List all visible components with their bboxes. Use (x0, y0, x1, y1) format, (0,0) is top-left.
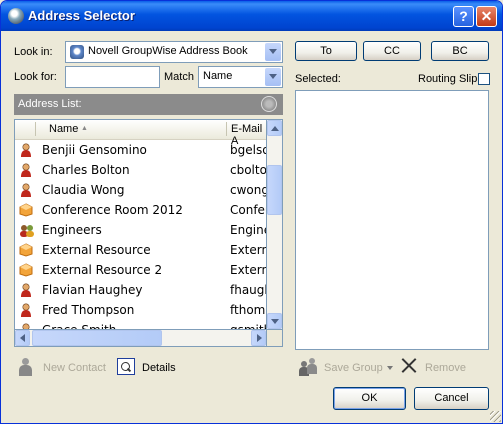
groupwise-app-icon (8, 8, 24, 24)
list-item[interactable]: Flavian Haughey fhaugh (15, 280, 266, 300)
contact-name: Conference Room 2012 (42, 203, 183, 217)
look-in-value: Novell GroupWise Address Book (88, 45, 248, 57)
look-for-label: Look for: (14, 71, 57, 83)
column-divider[interactable] (35, 122, 36, 136)
resource-icon (19, 243, 33, 257)
list-item[interactable]: Claudia Wong cwong@ (15, 180, 266, 200)
resource-icon (19, 263, 33, 277)
remove-x-icon (401, 357, 417, 373)
chevron-left-icon (20, 334, 25, 342)
contact-email: Confer (230, 203, 266, 217)
cc-button[interactable]: CC (363, 41, 421, 61)
contact-name: Flavian Haughey (42, 283, 143, 297)
scroll-thumb[interactable] (267, 165, 282, 215)
bc-button[interactable]: BC (431, 41, 489, 61)
contact-name: Charles Bolton (42, 163, 130, 177)
remove-button[interactable]: Remove (425, 362, 466, 374)
vertical-scrollbar[interactable] (267, 119, 283, 330)
contact-name: External Resource (42, 243, 151, 257)
scroll-left-button[interactable] (15, 330, 30, 346)
match-dropdown[interactable]: Name (198, 66, 283, 88)
user-icon (19, 283, 33, 297)
user-icon (19, 303, 33, 317)
list-item[interactable]: Grace Smith gsmith (15, 320, 266, 330)
match-value: Name (203, 70, 233, 82)
name-column-header[interactable]: Name (49, 123, 78, 135)
contact-name: Engineers (42, 223, 102, 237)
address-list-label: Address List: (18, 98, 82, 110)
details-button[interactable]: Details (142, 362, 176, 374)
chevron-down-icon (271, 319, 279, 324)
save-group-button[interactable]: Save Group (324, 362, 383, 374)
user-icon (19, 163, 33, 177)
group-icon (19, 223, 34, 237)
contact-email: Extern (230, 243, 266, 257)
save-group-dropdown-icon[interactable] (387, 366, 393, 370)
resize-grip-icon[interactable] (490, 411, 501, 422)
list-item[interactable]: External Resource Extern (15, 240, 266, 260)
address-selector-window: Address Selector ? ✕ Look in: Novell Gro… (0, 0, 503, 424)
selected-label: Selected: (295, 73, 341, 85)
contact-name: Fred Thompson (42, 303, 135, 317)
contact-name: Benjii Gensomino (42, 143, 147, 157)
scrollbar-corner (267, 330, 283, 347)
address-book-icon (70, 45, 84, 59)
user-icon (19, 143, 33, 157)
horizontal-scrollbar[interactable] (14, 330, 267, 347)
chevron-down-icon[interactable] (265, 43, 281, 61)
chevron-right-icon (257, 334, 262, 342)
save-group-icon (299, 358, 319, 376)
address-list-header: Address List: (14, 94, 283, 115)
list-item[interactable]: Benjii Gensomino bgelso (15, 140, 266, 160)
look-for-input[interactable] (65, 66, 160, 88)
contact-email: Engine (230, 223, 266, 237)
new-contact-icon[interactable] (19, 358, 32, 376)
sort-ascending-icon: ▲ (81, 125, 88, 132)
contact-email: cbolton (230, 163, 266, 177)
list-item[interactable]: Engineers Engine (15, 220, 266, 240)
routing-slip-label: Routing Slip (418, 73, 478, 85)
routing-slip-checkbox[interactable] (478, 73, 490, 85)
to-button[interactable]: To (295, 41, 357, 61)
help-button[interactable]: ? (453, 6, 474, 27)
contact-name: External Resource 2 (42, 263, 163, 277)
user-icon (19, 183, 33, 197)
selected-recipients-list[interactable] (295, 90, 489, 350)
contact-email: fthomp (230, 303, 266, 317)
match-label: Match (164, 71, 194, 83)
contact-email: bgelso (230, 143, 266, 157)
list-item[interactable]: Fred Thompson fthomp (15, 300, 266, 320)
address-list[interactable]: Name ▲ E-Mail A Benjii Gensomino bgelso Ch… (14, 119, 267, 330)
details-icon[interactable] (117, 358, 135, 375)
scroll-up-button[interactable] (267, 120, 282, 136)
window-title: Address Selector (28, 8, 135, 23)
contact-email: gsmith (230, 323, 266, 330)
cancel-button[interactable]: Cancel (414, 387, 489, 410)
list-item[interactable]: Charles Bolton cbolton (15, 160, 266, 180)
user-icon (19, 323, 33, 329)
look-in-dropdown[interactable]: Novell GroupWise Address Book (65, 41, 283, 63)
list-item[interactable]: External Resource 2 Extern (15, 260, 266, 280)
ok-button[interactable]: OK (333, 387, 406, 410)
contact-name: Grace Smith (42, 323, 117, 330)
resource-icon (19, 203, 33, 217)
scroll-right-button[interactable] (251, 330, 266, 346)
new-contact-button[interactable]: New Contact (43, 362, 106, 374)
contact-email: fhaugh (230, 283, 266, 297)
title-bar[interactable]: Address Selector ? ✕ (1, 1, 502, 31)
column-divider[interactable] (226, 122, 227, 136)
list-item[interactable]: Conference Room 2012 Confer (15, 200, 266, 220)
contact-email: cwong@ (230, 183, 266, 197)
scroll-thumb-horizontal[interactable] (32, 330, 162, 346)
contact-name: Claudia Wong (42, 183, 125, 197)
list-column-header: Name ▲ E-Mail A (15, 120, 266, 147)
address-book-globe-icon[interactable] (261, 96, 277, 112)
contact-email: Extern (230, 263, 266, 277)
close-button[interactable]: ✕ (476, 6, 497, 27)
chevron-up-icon (271, 126, 279, 131)
chevron-down-icon[interactable] (265, 68, 281, 86)
look-in-label: Look in: (14, 46, 53, 58)
scroll-down-button[interactable] (267, 313, 282, 329)
